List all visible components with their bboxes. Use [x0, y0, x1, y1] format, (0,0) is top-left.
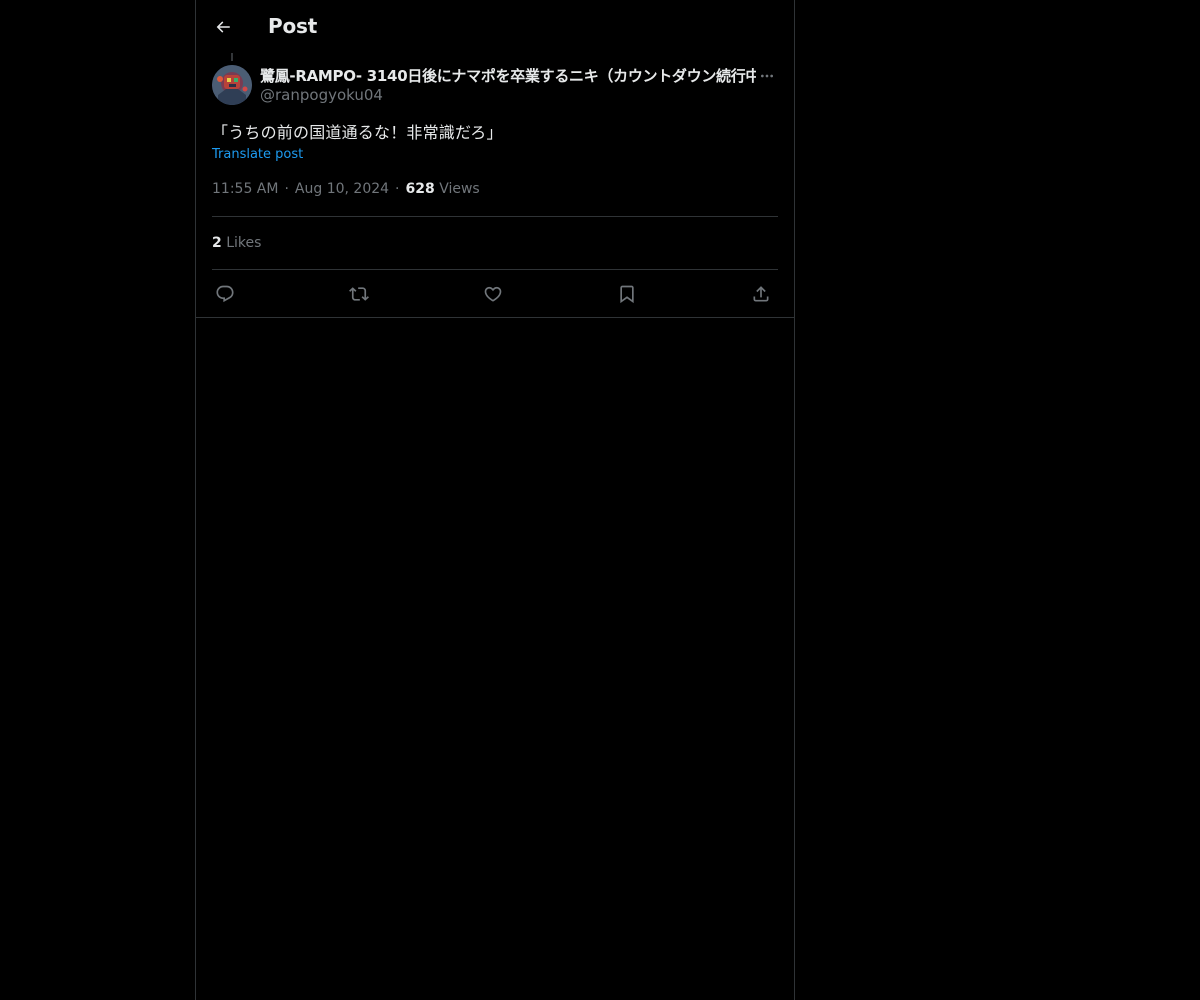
- back-button[interactable]: [208, 12, 238, 42]
- likes-stat[interactable]: 2 Likes: [212, 235, 261, 251]
- arrow-left-icon: [214, 18, 232, 36]
- likes-count: 2: [212, 235, 222, 251]
- divider: [196, 317, 794, 318]
- repost-icon: [349, 284, 369, 304]
- bookmark-icon: [617, 284, 637, 304]
- like-icon: [483, 284, 503, 304]
- post-date[interactable]: Aug 10, 2024: [295, 181, 389, 197]
- post-time[interactable]: 11:55 AM: [212, 181, 278, 197]
- repost-button[interactable]: [346, 281, 372, 307]
- like-button[interactable]: [480, 281, 506, 307]
- top-bar: Post: [196, 0, 794, 53]
- avatar[interactable]: [212, 65, 252, 105]
- share-button[interactable]: [748, 281, 774, 307]
- main-column: Post 鷺鳳-RAMPO- 3140日後にナマポを卒業するニキ（カウントダウン…: [195, 0, 795, 1000]
- author-handle[interactable]: @ranpogyoku04: [260, 86, 383, 104]
- reply-icon: [215, 284, 235, 304]
- likes-label: Likes: [226, 235, 262, 251]
- separator-dot: ·: [284, 181, 289, 197]
- views-label: Views: [439, 181, 480, 197]
- separator-dot: ·: [395, 181, 400, 197]
- post-text: 「うちの前の国道通るな！非常識だろ」: [212, 123, 503, 142]
- reply-button[interactable]: [212, 281, 238, 307]
- author-name[interactable]: 鷺鳳-RAMPO- 3140日後にナマポを卒業するニキ（カウントダウン続行中: [260, 65, 756, 86]
- more-icon: [759, 68, 775, 84]
- page-title: Post: [268, 14, 318, 38]
- divider: [212, 216, 778, 217]
- bookmark-button[interactable]: [614, 281, 640, 307]
- action-bar: [212, 281, 778, 307]
- views-count: 628: [405, 181, 435, 197]
- post-metadata: 11:55 AM · Aug 10, 2024 · 628 Views: [212, 181, 480, 197]
- share-icon: [751, 284, 771, 304]
- translate-post-link[interactable]: Translate post: [212, 147, 303, 162]
- thread-connector-line: [231, 53, 233, 61]
- more-options-button[interactable]: [756, 65, 778, 87]
- divider: [212, 269, 778, 270]
